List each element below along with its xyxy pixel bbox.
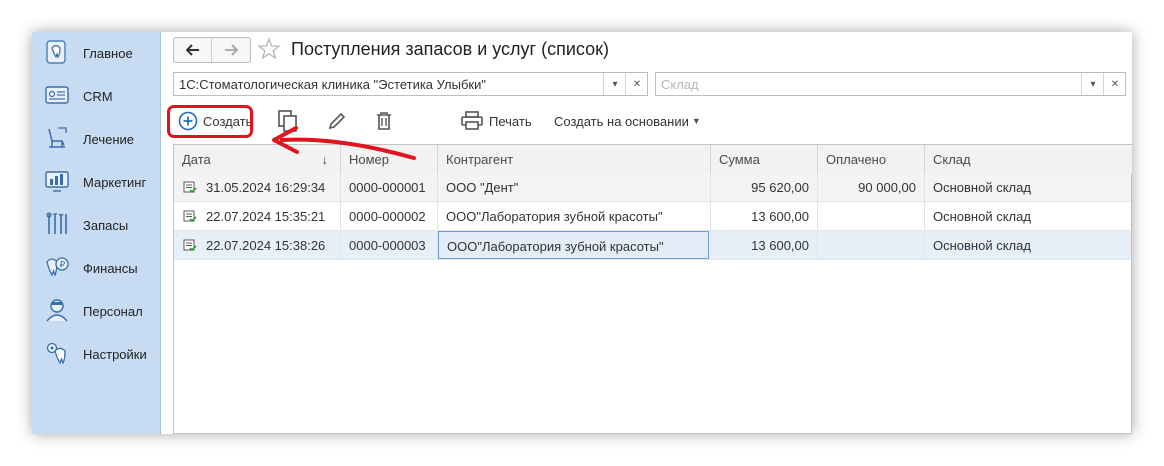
row-date: 31.05.2024 16:29:34 xyxy=(206,180,326,195)
delete-button[interactable] xyxy=(375,104,393,138)
row-warehouse: Основной склад xyxy=(933,238,1031,253)
row-paid: 90 000,00 xyxy=(858,180,916,195)
sidebar-item-label: Лечение xyxy=(83,132,135,147)
tooth-gear-icon xyxy=(46,342,66,365)
organization-value: 1С:Стоматологическая клиника "Эстетика У… xyxy=(179,77,486,92)
pencil-icon xyxy=(328,112,346,130)
highlight-frame xyxy=(167,105,253,138)
warehouse-placeholder: Склад xyxy=(661,77,699,92)
row-sum: 13 600,00 xyxy=(751,238,809,253)
table-row-selected[interactable]: 22.07.2024 15:38:26 0000-000003 ООО"Лабо… xyxy=(174,231,1131,260)
table-row[interactable]: 31.05.2024 16:29:34 0000-000001 ООО "Ден… xyxy=(174,173,1131,202)
dental-chair-icon xyxy=(48,127,67,148)
edit-button[interactable] xyxy=(327,104,347,138)
table-row[interactable]: 22.07.2024 15:35:21 0000-000002 ООО"Лабо… xyxy=(174,202,1131,231)
sidebar-item-main[interactable]: Главное xyxy=(32,35,160,75)
sidebar-item-label: Маркетинг xyxy=(83,175,147,190)
tooth-home-icon xyxy=(46,40,66,64)
row-warehouse: Основной склад xyxy=(933,209,1031,224)
sidebar-item-crm[interactable]: CRM xyxy=(32,78,160,118)
sidebar-item-label: Финансы xyxy=(83,261,138,276)
organization-field[interactable]: 1С:Стоматологическая клиника "Эстетика У… xyxy=(173,72,648,96)
column-header-number[interactable]: Номер xyxy=(341,145,438,173)
sidebar-item-settings[interactable]: Настройки xyxy=(32,336,160,376)
warehouse-field[interactable]: Склад ▾ ✕ xyxy=(655,72,1126,96)
sidebar-item-label: Персонал xyxy=(83,304,143,319)
favorite-star-icon[interactable] xyxy=(257,37,281,61)
row-number: 0000-000002 xyxy=(349,209,426,224)
app-window: Главное CRM Лечение Маркетинг Запасы ₽ Ф… xyxy=(32,32,1132,434)
row-number: 0000-000001 xyxy=(349,180,426,195)
clear-icon: ✕ xyxy=(632,78,642,90)
sidebar-item-stock[interactable]: Запасы xyxy=(32,207,160,247)
row-counterparty: ООО"Лаборатория зубной красоты" xyxy=(447,239,664,254)
back-button[interactable] xyxy=(174,38,211,62)
row-date: 22.07.2024 15:35:21 xyxy=(206,209,326,224)
organization-clear-button[interactable]: ✕ xyxy=(625,73,648,95)
sort-arrow-icon: ↓ xyxy=(321,152,329,167)
column-header-counterparty[interactable]: Контрагент xyxy=(438,145,711,173)
sidebar-item-finance[interactable]: ₽ Финансы xyxy=(32,250,160,290)
arrow-right-icon xyxy=(224,44,238,56)
row-warehouse: Основной склад xyxy=(933,180,1031,195)
history-nav xyxy=(173,37,251,63)
arrow-left-icon xyxy=(185,44,199,56)
page-title: Поступления запасов и услуг (список) xyxy=(291,39,609,59)
focused-cell[interactable]: ООО"Лаборатория зубной красоты" xyxy=(438,231,709,259)
dental-tools-icon xyxy=(46,212,67,234)
svg-text:₽: ₽ xyxy=(60,261,66,271)
id-card-icon xyxy=(45,86,69,104)
organization-dropdown-button[interactable]: ▾ xyxy=(603,73,626,95)
row-sum: 95 620,00 xyxy=(751,180,809,195)
column-header-paid[interactable]: Оплачено xyxy=(818,145,925,173)
doctor-icon xyxy=(46,299,68,322)
sidebar-item-label: Настройки xyxy=(83,347,147,362)
main-content: Поступления запасов и услуг (список) 1С:… xyxy=(161,32,1132,434)
print-label: Печать xyxy=(489,113,532,129)
row-date: 22.07.2024 15:38:26 xyxy=(206,238,326,253)
copy-icon xyxy=(278,110,297,132)
row-counterparty: ООО "Дент" xyxy=(446,180,519,195)
trash-icon xyxy=(377,112,391,130)
table-header: Дата ↓ Номер Контрагент Сумма Оплачено С… xyxy=(174,145,1132,174)
copy-button[interactable] xyxy=(277,104,299,138)
forward-button[interactable] xyxy=(212,38,249,62)
chevron-down-icon: ▼ xyxy=(691,116,701,126)
column-header-date[interactable]: Дата ↓ xyxy=(174,145,341,173)
clear-icon: ✕ xyxy=(1110,78,1120,90)
row-number: 0000-000003 xyxy=(349,238,426,253)
column-header-sum[interactable]: Сумма xyxy=(711,145,818,173)
sidebar-item-staff[interactable]: Персонал xyxy=(32,293,160,333)
row-sum: 13 600,00 xyxy=(751,209,809,224)
sidebar-item-label: CRM xyxy=(83,89,113,104)
warehouse-dropdown-button[interactable]: ▾ xyxy=(1081,73,1104,95)
sidebar-item-label: Запасы xyxy=(83,218,129,233)
create-based-label: Создать на основании xyxy=(554,113,689,129)
dropdown-arrow-icon: ▾ xyxy=(612,78,618,90)
document-posted-icon xyxy=(183,239,197,252)
tooth-money-icon: ₽ xyxy=(46,257,69,277)
documents-table: Дата ↓ Номер Контрагент Сумма Оплачено С… xyxy=(173,144,1132,434)
sidebar-item-marketing[interactable]: Маркетинг xyxy=(32,164,160,204)
column-header-warehouse[interactable]: Склад xyxy=(925,145,1131,173)
create-based-on-button[interactable]: Создать на основании ▼ xyxy=(554,104,701,138)
warehouse-clear-button[interactable]: ✕ xyxy=(1103,73,1126,95)
document-posted-icon xyxy=(183,210,197,223)
dropdown-arrow-icon: ▾ xyxy=(1090,78,1096,90)
document-posted-icon xyxy=(183,181,197,194)
sidebar-item-treatment[interactable]: Лечение xyxy=(32,121,160,161)
print-button[interactable]: Печать xyxy=(461,104,532,138)
sidebar: Главное CRM Лечение Маркетинг Запасы ₽ Ф… xyxy=(32,32,161,434)
row-counterparty: ООО"Лаборатория зубной красоты" xyxy=(446,209,663,224)
printer-icon xyxy=(461,111,483,130)
chart-monitor-icon xyxy=(45,171,69,192)
command-bar: Создать Печать Создать на основании ▼ xyxy=(161,104,1132,138)
sidebar-item-label: Главное xyxy=(83,46,133,61)
